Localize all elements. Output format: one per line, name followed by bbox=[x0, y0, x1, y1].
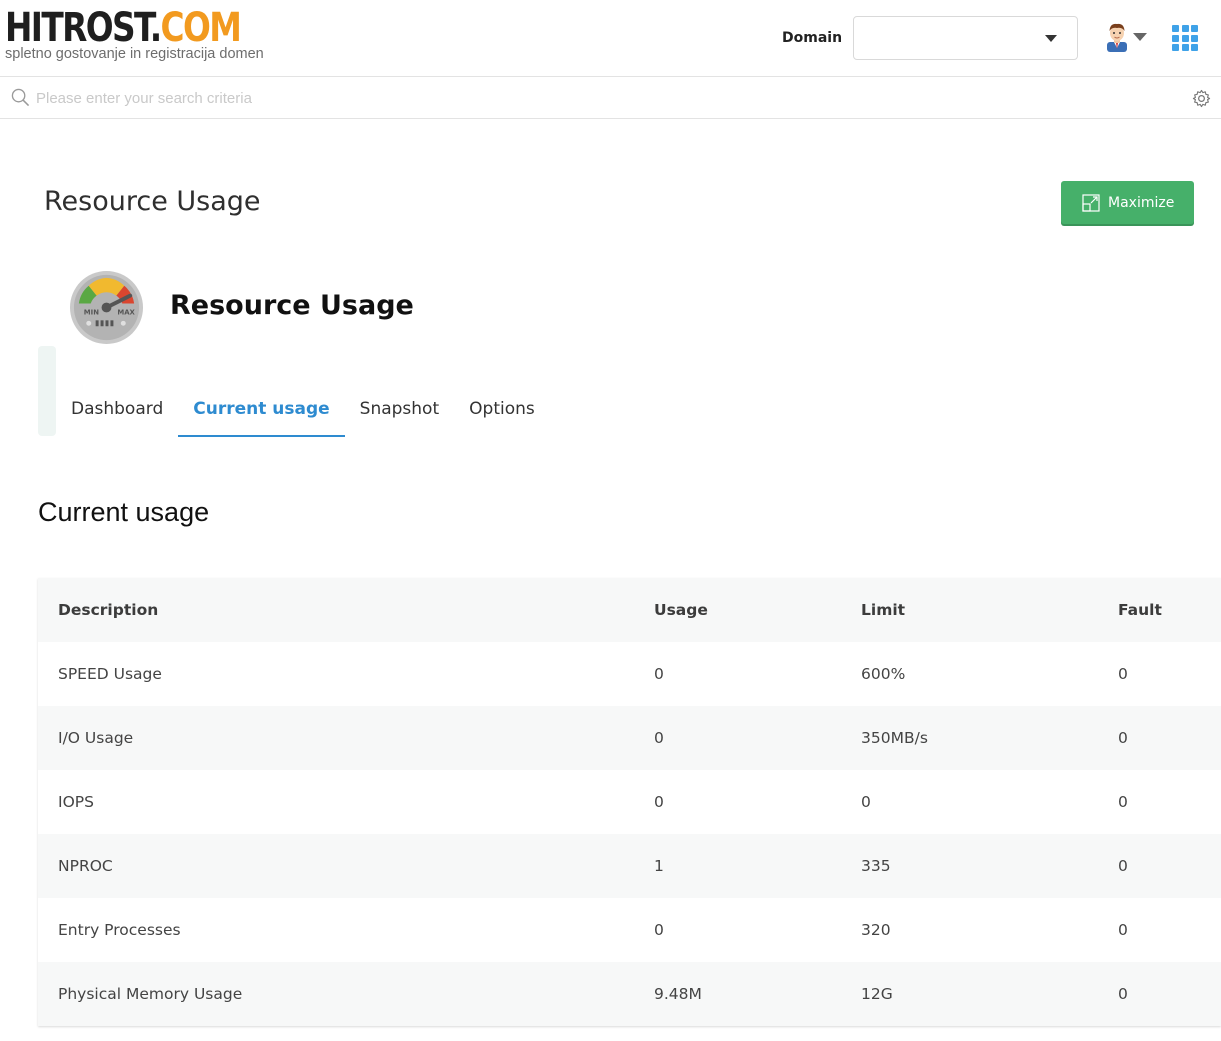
logo-text-primary: HITROST. bbox=[5, 5, 162, 51]
cell-description: Physical Memory Usage bbox=[38, 962, 654, 1026]
search-icon bbox=[11, 88, 30, 107]
cell-usage: 1 bbox=[654, 834, 861, 898]
table-row: Entry Processes 0 320 0 bbox=[38, 898, 1221, 962]
tabs-accent-bar bbox=[38, 346, 56, 436]
cell-usage: 0 bbox=[654, 706, 861, 770]
cell-fault: 0 bbox=[1118, 962, 1221, 1026]
brand-logo[interactable]: HITROST.COM spletno gostovanje in regist… bbox=[5, 5, 292, 62]
chevron-down-icon bbox=[1045, 35, 1057, 42]
cell-limit: 320 bbox=[861, 898, 1118, 962]
grid-icon[interactable] bbox=[1172, 25, 1198, 51]
table-row: SPEED Usage 0 600% 0 bbox=[38, 642, 1221, 706]
cell-limit: 600% bbox=[861, 642, 1118, 706]
search-bar bbox=[0, 77, 1221, 119]
cell-description: NPROC bbox=[38, 834, 654, 898]
cell-limit: 12G bbox=[861, 962, 1118, 1026]
cell-fault: 0 bbox=[1118, 834, 1221, 898]
column-header-fault[interactable]: Fault bbox=[1118, 578, 1221, 642]
tab-current-usage[interactable]: Current usage bbox=[178, 387, 345, 437]
logo-tagline: spletno gostovanje in registracija domen bbox=[5, 46, 264, 62]
section-title: Current usage bbox=[38, 497, 210, 527]
tab-snapshot[interactable]: Snapshot bbox=[345, 387, 454, 437]
maximize-label: Maximize bbox=[1108, 194, 1175, 211]
cell-usage: 9.48M bbox=[654, 962, 861, 1026]
cell-usage: 0 bbox=[654, 642, 861, 706]
cell-limit: 0 bbox=[861, 770, 1118, 834]
gauge-icon: MIN MAX bbox=[69, 270, 144, 345]
cell-description: IOPS bbox=[38, 770, 654, 834]
maximize-icon bbox=[1082, 193, 1100, 212]
logo-text-accent: COM bbox=[160, 5, 242, 51]
domain-select[interactable] bbox=[853, 16, 1078, 60]
tab-dashboard[interactable]: Dashboard bbox=[56, 387, 178, 437]
cell-description: I/O Usage bbox=[38, 706, 654, 770]
search-input[interactable] bbox=[36, 85, 736, 111]
cell-description: Entry Processes bbox=[38, 898, 654, 962]
table-header-row: Description Usage Limit Fault bbox=[38, 578, 1221, 642]
table-row: NPROC 1 335 0 bbox=[38, 834, 1221, 898]
table-row: IOPS 0 0 0 bbox=[38, 770, 1221, 834]
table-row: I/O Usage 0 350MB/s 0 bbox=[38, 706, 1221, 770]
user-avatar-icon[interactable] bbox=[1104, 22, 1130, 52]
maximize-button[interactable]: Maximize bbox=[1061, 181, 1194, 224]
domain-label: Domain bbox=[782, 30, 843, 46]
column-header-description[interactable]: Description bbox=[38, 578, 654, 642]
gear-icon[interactable] bbox=[1192, 89, 1211, 108]
table-row: Physical Memory Usage 9.48M 12G 0 bbox=[38, 962, 1221, 1026]
column-header-limit[interactable]: Limit bbox=[861, 578, 1118, 642]
cell-limit: 350MB/s bbox=[861, 706, 1118, 770]
cell-fault: 0 bbox=[1118, 898, 1221, 962]
cell-limit: 335 bbox=[861, 834, 1118, 898]
logo-wordmark: HITROST.COM bbox=[5, 5, 242, 51]
cell-description: SPEED Usage bbox=[38, 642, 654, 706]
tab-options[interactable]: Options bbox=[454, 387, 550, 437]
cell-fault: 0 bbox=[1118, 706, 1221, 770]
cell-usage: 0 bbox=[654, 898, 861, 962]
page-title: Resource Usage bbox=[44, 186, 261, 217]
gauge-max-label: MAX bbox=[117, 308, 135, 316]
cell-fault: 0 bbox=[1118, 770, 1221, 834]
tab-bar: Dashboard Current usage Snapshot Options bbox=[56, 387, 550, 437]
top-header: HITROST.COM spletno gostovanje in regist… bbox=[0, 0, 1221, 77]
plugin-title: Resource Usage bbox=[170, 290, 414, 321]
usage-table: Description Usage Limit Fault SPEED Usag… bbox=[38, 578, 1221, 1026]
column-header-usage[interactable]: Usage bbox=[654, 578, 861, 642]
gauge-min-label: MIN bbox=[84, 308, 99, 316]
cell-usage: 0 bbox=[654, 770, 861, 834]
cell-fault: 0 bbox=[1118, 642, 1221, 706]
chevron-down-icon[interactable] bbox=[1133, 33, 1147, 41]
